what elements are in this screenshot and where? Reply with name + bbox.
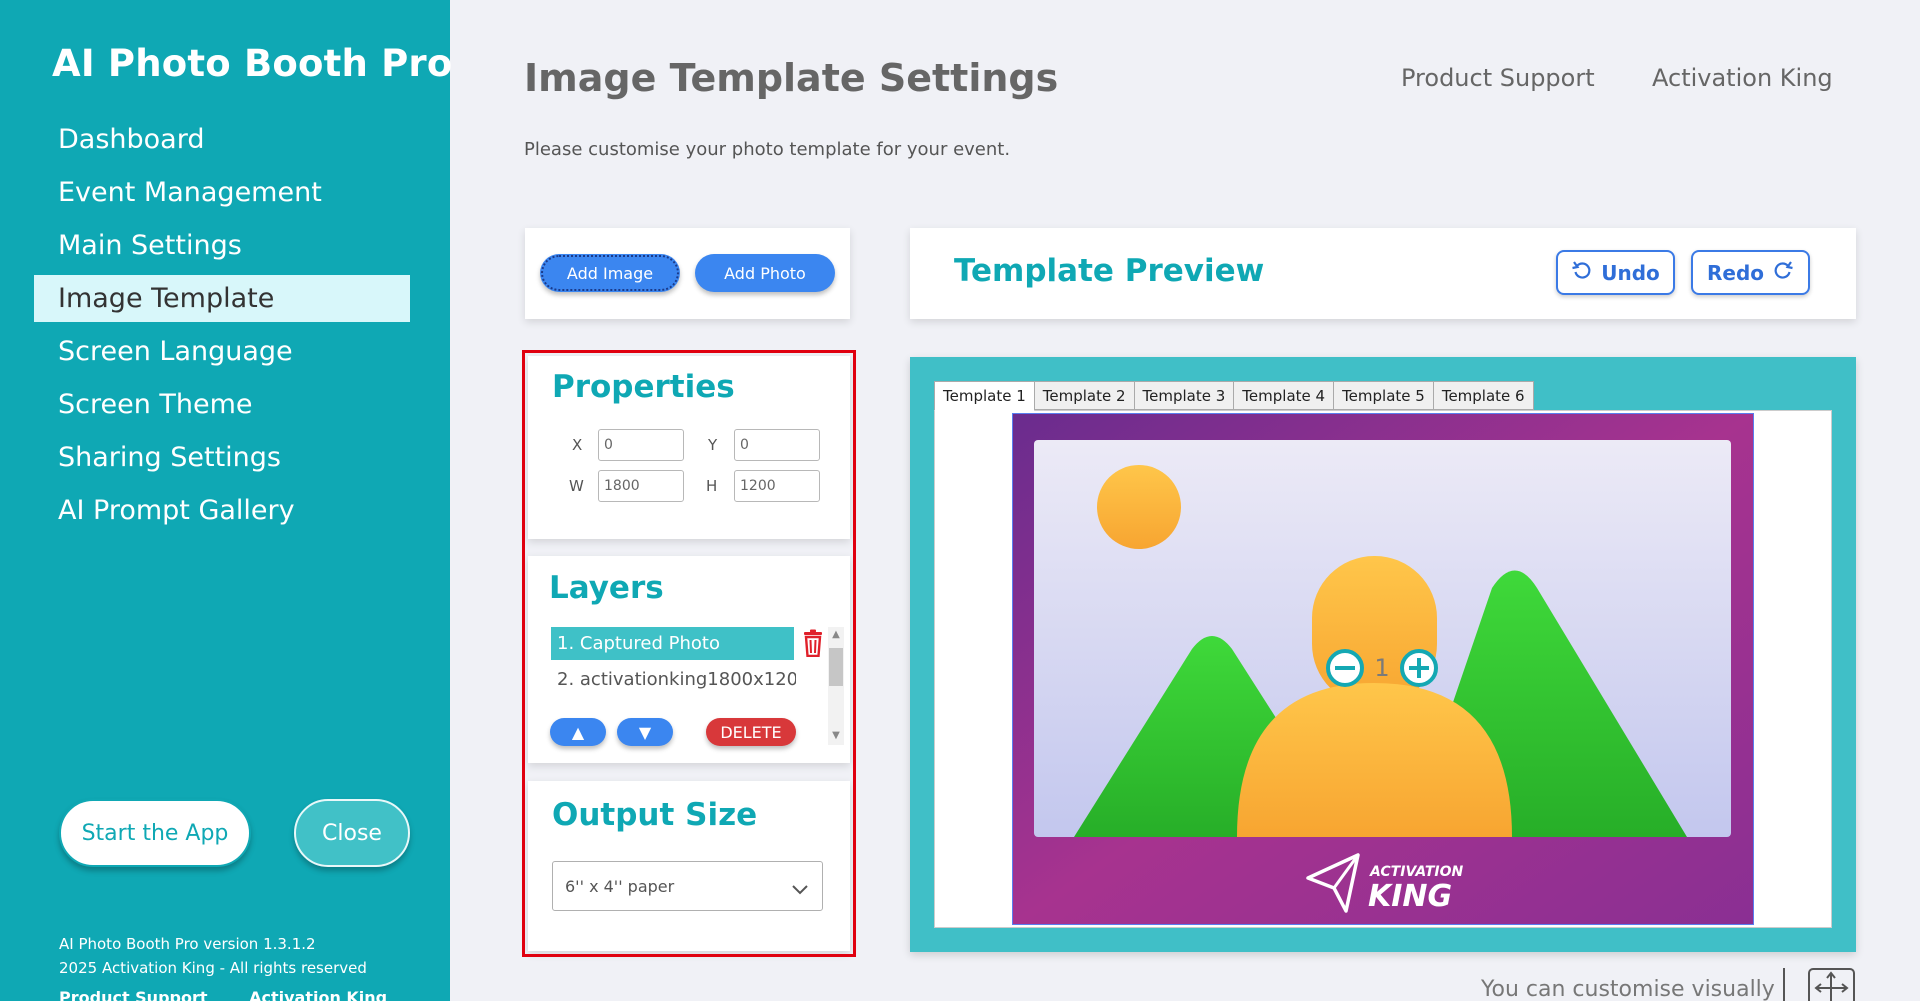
- logo-top-text: ACTIVATION: [1369, 864, 1463, 880]
- version-text: AI Photo Booth Pro version 1.3.1.2: [59, 935, 316, 953]
- undo-button[interactable]: Undo: [1556, 250, 1675, 295]
- sidebar-item-sharing-settings[interactable]: Sharing Settings: [34, 434, 410, 481]
- hint-divider: [1783, 968, 1785, 1001]
- sidebar-product-support-link[interactable]: Product Support: [59, 988, 208, 1001]
- zoom-in-icon[interactable]: [1400, 649, 1438, 687]
- app-title: AI Photo Booth Pro: [52, 42, 453, 85]
- tab-template-6[interactable]: Template 6: [1432, 381, 1534, 410]
- redo-icon: [1772, 259, 1794, 286]
- start-app-button[interactable]: Start the App: [59, 799, 251, 867]
- page-subtitle: Please customise your photo template for…: [524, 139, 1011, 160]
- product-support-link[interactable]: Product Support: [1401, 64, 1595, 92]
- sidebar-activation-king-link[interactable]: Activation King: [249, 988, 387, 1001]
- sidebar-item-screen-language[interactable]: Screen Language: [34, 328, 410, 375]
- sidebar-footer-links: Product Support Activation King: [59, 988, 423, 1001]
- redo-button[interactable]: Redo: [1691, 250, 1810, 295]
- tab-template-4[interactable]: Template 4: [1233, 381, 1335, 410]
- template-preview-title: Template Preview: [954, 253, 1265, 289]
- logo-bottom-text: KING: [1368, 879, 1452, 914]
- activation-king-link[interactable]: Activation King: [1652, 64, 1833, 92]
- tab-template-2[interactable]: Template 2: [1033, 381, 1135, 410]
- layer-number-label: 1: [1374, 654, 1389, 682]
- sidebar: AI Photo Booth Pro Dashboard Event Manag…: [0, 0, 453, 1001]
- tab-template-1[interactable]: Template 1: [934, 381, 1035, 411]
- undo-label: Undo: [1601, 260, 1660, 285]
- template-tabs: Template 1 Template 2 Template 3 Templat…: [934, 381, 1534, 411]
- highlight-frame: [522, 350, 856, 957]
- page-title: Image Template Settings: [524, 56, 1059, 100]
- close-button[interactable]: Close: [294, 799, 410, 867]
- copyright-text: 2025 Activation King - All rights reserv…: [59, 959, 367, 977]
- template-canvas[interactable]: 1 ACTIVATION KING: [1012, 413, 1754, 925]
- customise-hint: You can customise visually: [1481, 977, 1775, 1001]
- zoom-out-icon[interactable]: [1326, 649, 1364, 687]
- redo-label: Redo: [1706, 260, 1765, 285]
- sidebar-item-image-template[interactable]: Image Template: [34, 275, 410, 322]
- sidebar-item-screen-theme[interactable]: Screen Theme: [34, 381, 410, 428]
- sun-shape: [1097, 465, 1181, 549]
- sidebar-item-event-management[interactable]: Event Management: [34, 169, 410, 216]
- add-photo-button[interactable]: Add Photo: [695, 254, 835, 292]
- tab-template-3[interactable]: Template 3: [1133, 381, 1235, 410]
- undo-icon: [1571, 259, 1593, 286]
- sidebar-item-dashboard[interactable]: Dashboard: [34, 116, 410, 163]
- sidebar-item-ai-prompt-gallery[interactable]: AI Prompt Gallery: [34, 487, 410, 534]
- tab-template-5[interactable]: Template 5: [1333, 381, 1434, 410]
- add-image-button[interactable]: Add Image: [540, 254, 680, 292]
- sidebar-item-main-settings[interactable]: Main Settings: [34, 222, 410, 269]
- sidebar-nav: Dashboard Event Management Main Settings…: [34, 116, 410, 540]
- move-resize-icon[interactable]: [1808, 968, 1855, 1001]
